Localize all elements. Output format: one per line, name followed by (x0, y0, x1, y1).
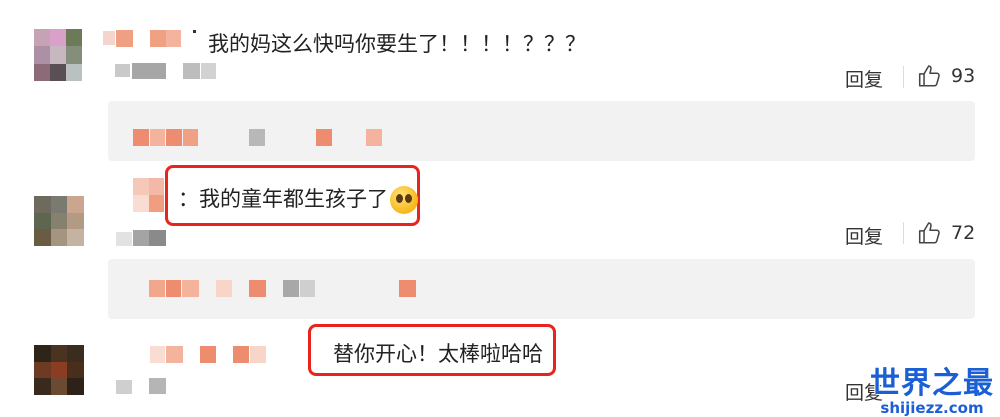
sub-reply-box[interactable] (108, 259, 975, 319)
reply-button[interactable]: 回复 (845, 65, 883, 92)
comment-text: 我的妈这么快吗你要生了！！！！？？？ (208, 32, 586, 56)
colon-separator: ： (178, 187, 199, 211)
avatar[interactable] (34, 196, 84, 246)
thumbs-up-icon (918, 65, 940, 87)
avatar[interactable] (34, 345, 84, 395)
like-button[interactable]: 93 (917, 63, 975, 89)
comment-text-line: ：我的童年都生孩子了 (178, 183, 418, 214)
action-divider (903, 222, 904, 244)
watermark-logo: 世界之最 (870, 366, 994, 401)
like-count: 93 (951, 65, 976, 87)
watermark-domain: shijiezz.com (880, 399, 984, 417)
avatar[interactable] (34, 29, 82, 81)
site-watermark: 世界之最 shijiezz.com (870, 366, 994, 417)
like-button[interactable]: 72 (917, 220, 975, 246)
action-divider (903, 66, 904, 88)
comment-text: 我的童年都生孩子了 (199, 187, 388, 211)
comment-text: 替你开心！太棒啦哈哈 (333, 342, 543, 366)
pleading-face-emoji (390, 186, 418, 214)
sub-reply-box[interactable] (108, 101, 975, 161)
like-count: 72 (951, 222, 976, 244)
reply-button[interactable]: 回复 (845, 222, 883, 249)
thumbs-up-icon (918, 222, 940, 244)
